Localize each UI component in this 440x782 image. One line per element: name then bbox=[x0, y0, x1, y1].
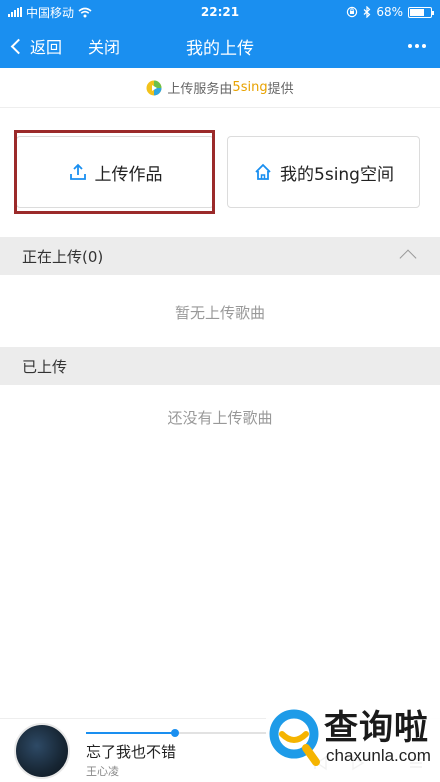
signal-icon bbox=[8, 7, 22, 17]
watermark-cn-text: 查询啦 bbox=[324, 708, 429, 748]
close-button[interactable]: 关闭 bbox=[88, 24, 120, 68]
song-title[interactable]: 忘了我也不错 bbox=[86, 741, 176, 762]
uploaded-section-title: 已上传 bbox=[22, 357, 68, 376]
page-title: 我的上传 bbox=[186, 38, 254, 59]
5sing-logo-icon bbox=[146, 80, 162, 95]
more-icon[interactable] bbox=[408, 24, 426, 68]
wifi-icon bbox=[78, 7, 92, 17]
upload-work-button[interactable]: 上传作品 bbox=[16, 136, 214, 208]
song-artist: 王心凌 bbox=[86, 765, 119, 778]
uploaded-empty-text: 还没有上传歌曲 bbox=[167, 409, 273, 427]
my-5sing-space-button[interactable]: 我的5sing空间 bbox=[227, 136, 420, 208]
service-prefix: 上传服务由 bbox=[167, 82, 233, 97]
back-button[interactable]: 返回 bbox=[10, 24, 62, 68]
service-brand: 5sing bbox=[232, 80, 268, 95]
uploading-section-title: 正在上传(0) bbox=[22, 247, 104, 266]
chevron-left-icon bbox=[10, 38, 27, 54]
upload-work-label: 上传作品 bbox=[94, 164, 163, 185]
battery-icon bbox=[408, 6, 434, 18]
service-suffix: 提供 bbox=[267, 82, 294, 97]
watermark-en-text: chaxunla.com bbox=[326, 746, 431, 765]
status-time: 22:21 bbox=[200, 5, 240, 19]
album-cover[interactable] bbox=[14, 723, 70, 779]
status-bar: 中国移动 22:21 68% bbox=[0, 0, 440, 24]
navigation-bar: 返回 关闭 我的上传 bbox=[0, 24, 440, 68]
watermark: 查询啦 chaxunla.com bbox=[266, 696, 440, 782]
chevron-up-icon[interactable] bbox=[399, 249, 417, 267]
back-label: 返回 bbox=[30, 38, 63, 57]
carrier-label: 中国移动 bbox=[26, 5, 75, 20]
progress-fill bbox=[86, 732, 176, 734]
lock-rotation-icon bbox=[347, 6, 358, 18]
battery-percent: 68% bbox=[376, 5, 403, 19]
status-left: 中国移动 bbox=[8, 4, 158, 21]
uploading-section-header[interactable]: 正在上传(0) bbox=[0, 237, 440, 275]
magnifier-logo-icon bbox=[269, 709, 320, 766]
progress-bar[interactable] bbox=[86, 729, 276, 737]
home-icon bbox=[255, 163, 271, 180]
progress-knob[interactable] bbox=[171, 729, 180, 737]
uploading-empty-text: 暂无上传歌曲 bbox=[174, 304, 265, 322]
my-5sing-space-label: 我的5sing空间 bbox=[280, 164, 394, 185]
status-right: 68% bbox=[302, 5, 434, 19]
bluetooth-icon bbox=[363, 6, 371, 18]
service-notice: 上传服务由 5sing 提供 bbox=[0, 68, 440, 108]
upload-icon bbox=[69, 163, 86, 180]
action-buttons: 上传作品 我的5sing空间 bbox=[0, 108, 440, 234]
uploaded-section-header[interactable]: 已上传 bbox=[0, 347, 440, 385]
